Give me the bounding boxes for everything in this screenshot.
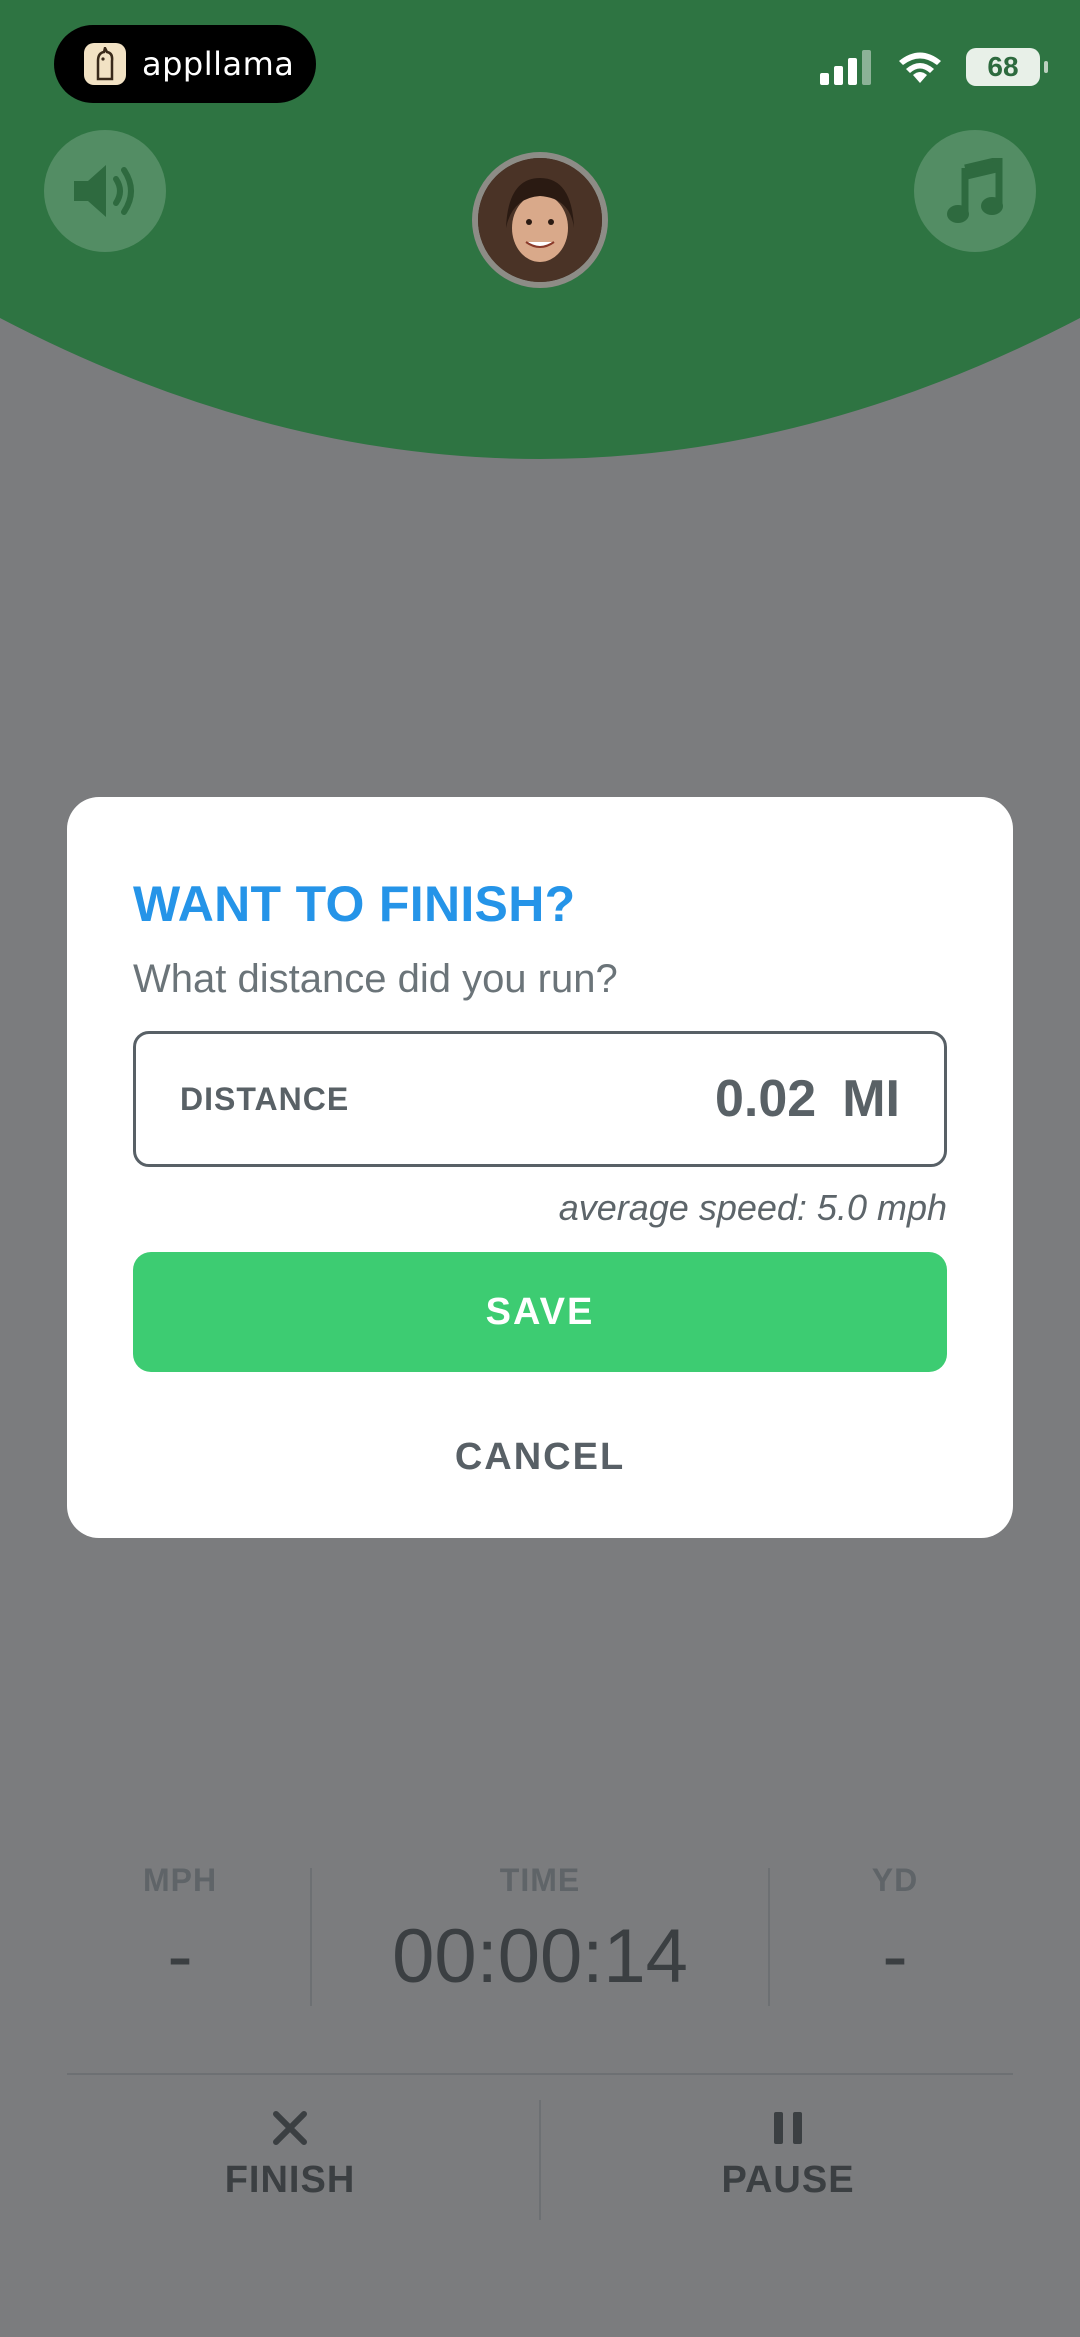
yd-value: - <box>882 1914 908 1999</box>
close-icon <box>273 2111 307 2145</box>
wifi-icon <box>899 52 941 83</box>
time-value: 00:00:14 <box>392 1914 688 1999</box>
battery-indicator: 68 <box>966 48 1048 86</box>
dialog-title: WANT TO FINISH? <box>133 876 576 932</box>
sound-button[interactable] <box>44 130 166 252</box>
pause-label: PAUSE <box>721 2159 855 2201</box>
cellular-signal-icon <box>820 50 871 85</box>
yd-label: YD <box>871 1862 919 1898</box>
finish-label: FINISH <box>224 2159 356 2201</box>
finish-button[interactable]: FINISH <box>190 2108 390 2202</box>
time-label: TIME <box>499 1862 581 1898</box>
mph-value: - <box>167 1914 193 1999</box>
app-badge-label: appllama <box>142 45 295 83</box>
pause-icon <box>774 2112 802 2144</box>
stat-divider <box>310 1868 312 2006</box>
save-button[interactable]: SAVE <box>133 1252 947 1372</box>
speaker-icon <box>74 165 134 217</box>
workout-screen: appllama 68 WANT TO FINISH? What distanc… <box>0 0 1080 2337</box>
distance-label: DISTANCE <box>180 1080 350 1117</box>
finish-dialog: WANT TO FINISH? What distance did you ru… <box>67 797 1013 1538</box>
music-button[interactable] <box>914 130 1036 252</box>
music-note-icon <box>947 158 1003 223</box>
time-stat: TIME 00:00:14 <box>330 1862 750 2000</box>
cancel-button[interactable]: CANCEL <box>133 1422 947 1492</box>
app-badge: appllama <box>54 25 316 103</box>
dialog-subtitle: What distance did you run? <box>133 957 618 1001</box>
distance-value[interactable]: 0.02 <box>715 1069 816 1129</box>
coach-avatar[interactable] <box>472 152 608 288</box>
distance-unit[interactable]: MI <box>842 1069 900 1129</box>
distance-field[interactable]: DISTANCE 0.02 MI <box>133 1031 947 1167</box>
mph-label: MPH <box>142 1862 218 1898</box>
mph-stat: MPH - <box>80 1862 280 2000</box>
actions-divider <box>67 2073 1013 2075</box>
actions-center-divider <box>539 2100 541 2220</box>
average-speed-text: average speed: 5.0 mph <box>558 1187 947 1228</box>
llama-logo-icon <box>84 43 126 85</box>
status-icons: 68 <box>820 48 1048 86</box>
stat-divider <box>768 1868 770 2006</box>
yd-stat: YD - <box>800 1862 990 2000</box>
pause-button[interactable]: PAUSE <box>688 2108 888 2202</box>
